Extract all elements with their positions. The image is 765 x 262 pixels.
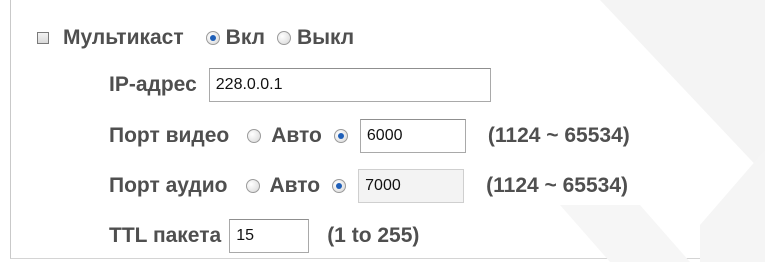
video-port-manual-radio[interactable] [333, 129, 348, 143]
multicast-row: Мультикаст Вкл Выкл [37, 20, 354, 56]
ttl-label: TTL пакета [109, 224, 222, 247]
video-port-row: Порт видео Авто 6000 (1124 ~ 65534) [109, 118, 630, 154]
video-port-auto-radio[interactable] [247, 129, 262, 143]
section-checkbox-icon[interactable] [37, 32, 49, 44]
multicast-off-radio[interactable] [276, 31, 291, 45]
multicast-off-label[interactable]: Выкл [297, 26, 354, 50]
audio-port-auto-radio[interactable] [245, 179, 260, 193]
video-port-auto-label[interactable]: Авто [271, 124, 322, 148]
ip-address-input[interactable]: 228.0.0.1 [208, 68, 491, 102]
video-port-input[interactable]: 6000 [359, 119, 466, 153]
multicast-on-radio[interactable] [205, 31, 220, 45]
multicast-settings-panel: Мультикаст Вкл Выкл IP-адрес 228.0.0.1 П… [10, 0, 759, 259]
audio-port-auto-label[interactable]: Авто [270, 174, 321, 198]
video-port-range: (1124 ~ 65534) [487, 124, 630, 147]
multicast-on-label[interactable]: Вкл [226, 26, 265, 50]
ip-address-row: IP-адрес 228.0.0.1 [109, 67, 491, 103]
ip-address-label: IP-адрес [109, 73, 197, 96]
audio-port-input[interactable]: 7000 [358, 169, 465, 203]
audio-port-manual-radio[interactable] [332, 179, 347, 193]
video-port-label: Порт видео [109, 124, 230, 147]
ttl-row: TTL пакета 15 (1 to 255) [109, 218, 419, 254]
audio-port-row: Порт аудио Авто 7000 (1124 ~ 65534) [109, 168, 628, 204]
audio-port-label: Порт аудио [109, 174, 228, 197]
audio-port-range: (1124 ~ 65534) [486, 174, 629, 197]
ttl-input[interactable]: 15 [229, 219, 310, 253]
multicast-label: Мультикаст [63, 26, 184, 49]
ttl-range: (1 to 255) [327, 224, 420, 247]
